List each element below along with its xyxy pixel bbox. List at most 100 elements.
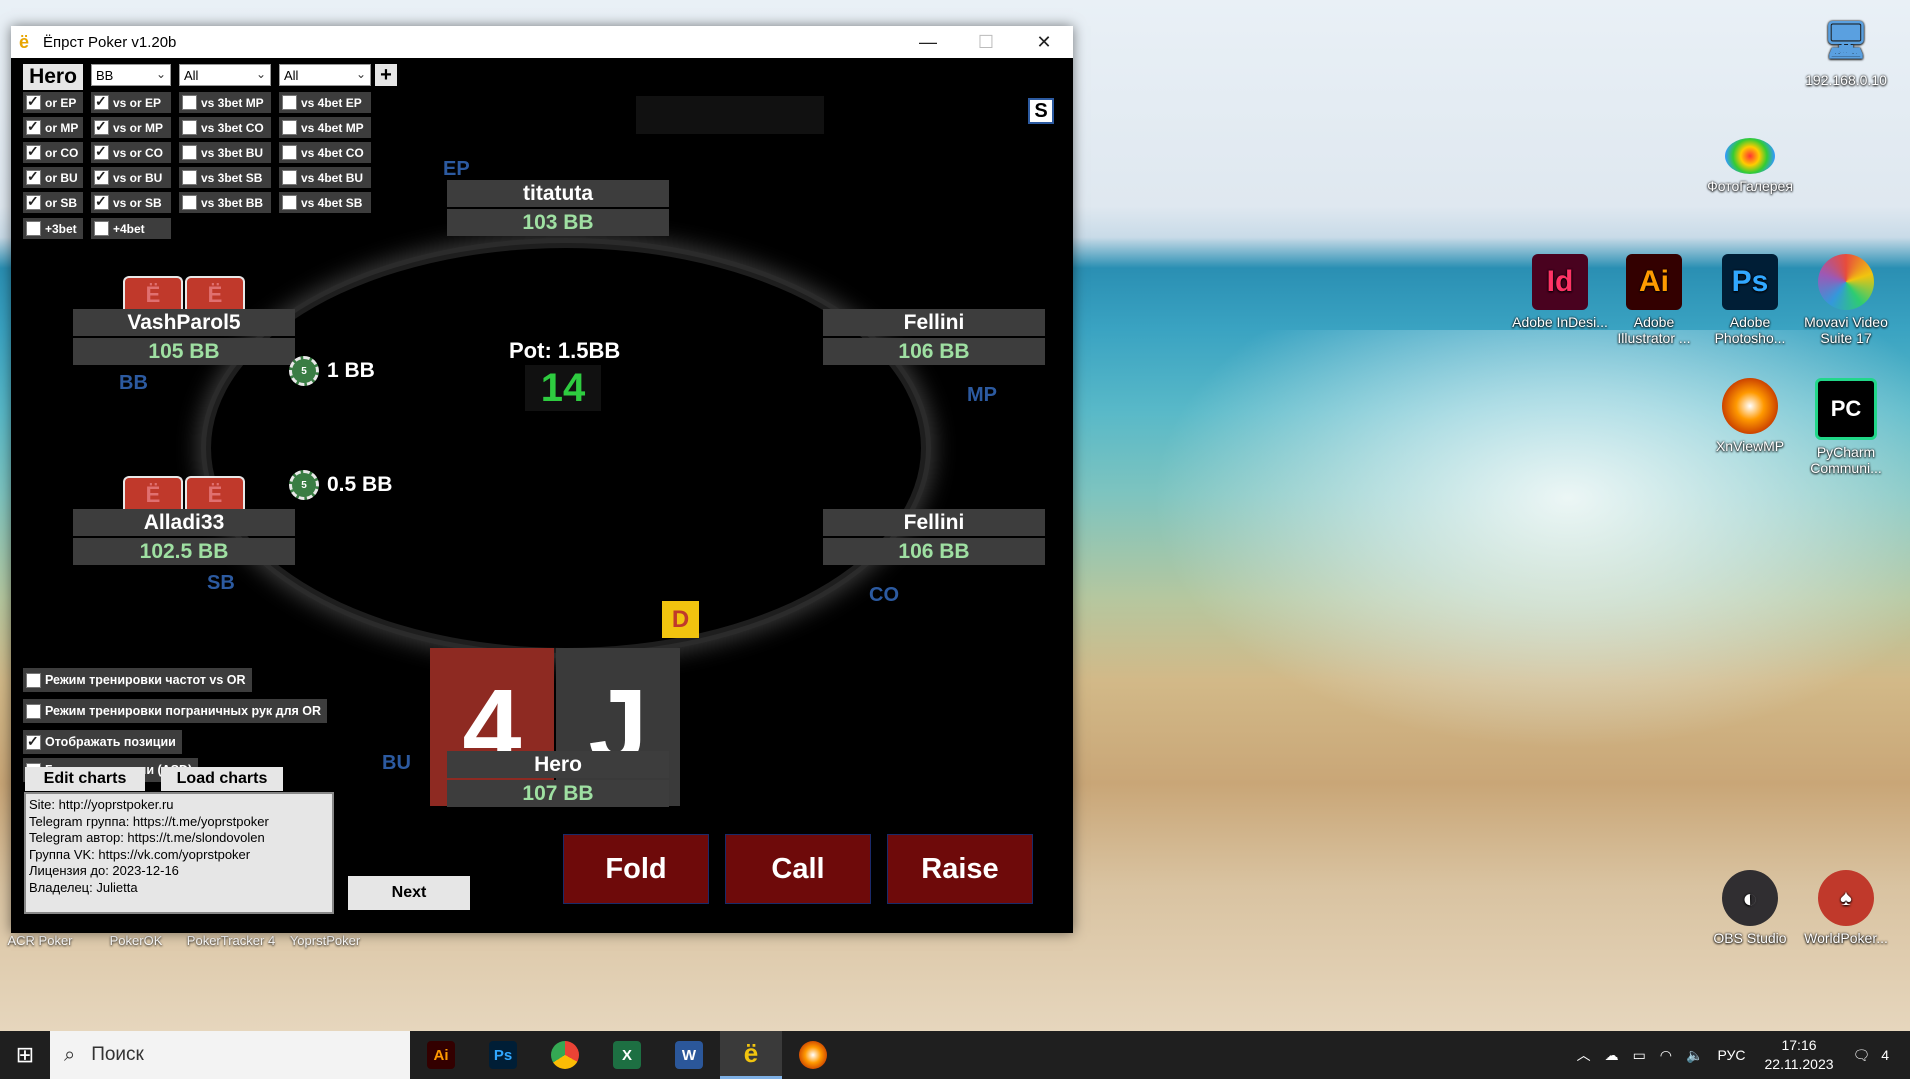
battery-icon[interactable]: ▭ [1633, 1047, 1646, 1064]
taskbar-word[interactable]: W [658, 1031, 720, 1079]
checkbox-box[interactable] [94, 118, 109, 135]
checkbox-label: vs 4bet CO [301, 145, 364, 160]
checkbox-label: vs 4bet BU [301, 170, 364, 185]
filter-checkbox-col2-3[interactable]: vs or BU [91, 167, 171, 188]
next-button[interactable]: Next [348, 876, 470, 910]
title-bar[interactable]: ё Ёпрст Poker v1.20b — ☐ ✕ [11, 26, 1073, 58]
filter-select-1[interactable]: All ⌄ [179, 64, 271, 86]
cloud-icon[interactable]: ☁ [1605, 1047, 1619, 1064]
filter-checkbox-col4-2[interactable]: vs 4bet CO [279, 142, 371, 163]
checkbox-box[interactable] [26, 93, 41, 110]
desktop-icon-network-pc[interactable]: 🖥 192.168.0.10 [1798, 12, 1894, 88]
load-charts-button[interactable]: Load charts [161, 767, 283, 791]
s-button[interactable]: S [1028, 98, 1054, 124]
checkbox-box[interactable] [282, 145, 297, 160]
checkbox-box[interactable] [182, 145, 197, 160]
checkbox-box[interactable] [26, 703, 41, 719]
filter-checkbox-col2-4[interactable]: vs or SB [91, 192, 171, 213]
checkbox-box[interactable] [26, 168, 41, 185]
option-checkbox-0[interactable]: Режим тренировки частот vs OR [23, 668, 252, 692]
checkbox-box[interactable] [26, 143, 41, 160]
filter-checkbox-col1-3[interactable]: or BU [23, 167, 83, 188]
checkbox-box[interactable] [26, 193, 41, 210]
maximize-button[interactable]: ☐ [957, 26, 1015, 58]
taskbar-photoshop[interactable]: Ps [472, 1031, 534, 1079]
filter-checkbox-col3-3[interactable]: vs 3bet SB [179, 167, 271, 188]
checkbox-box[interactable] [182, 95, 197, 110]
desktop-icon-pokertracker[interactable]: PokerTracker 4 [186, 933, 276, 948]
wifi-icon[interactable]: ◠ [1660, 1047, 1672, 1064]
search-box[interactable]: ⌕ Поиск [50, 1031, 410, 1079]
option-checkbox-2[interactable]: Отображать позиции [23, 730, 182, 754]
filter-checkbox-col1-2[interactable]: or CO [23, 142, 83, 163]
filter-checkbox-col4-0[interactable]: vs 4bet EP [279, 92, 371, 113]
volume-icon[interactable]: 🔈 [1686, 1047, 1703, 1064]
add-button[interactable]: + [375, 64, 397, 86]
desktop-icon-illustrator[interactable]: Ai Adobe Illustrator ... [1606, 254, 1702, 346]
notifications-icon[interactable]: 🗨 4 [1853, 1047, 1896, 1064]
taskbar-poker-app[interactable]: ё [720, 1031, 782, 1079]
filter-select-2[interactable]: All ⌄ [279, 64, 371, 86]
checkbox-box[interactable] [26, 118, 41, 135]
chevron-up-icon[interactable]: ︿ [1577, 1045, 1591, 1065]
position-select[interactable]: BB ⌄ [91, 64, 171, 86]
taskbar-illustrator[interactable]: Ai [410, 1031, 472, 1079]
checkbox-box[interactable] [182, 120, 197, 135]
clock[interactable]: 17:16 22.11.2023 [1765, 1036, 1834, 1074]
filter-checkbox-col1-1[interactable]: or MP [23, 117, 83, 138]
filter-checkbox-col1-4[interactable]: or SB [23, 192, 83, 213]
filter-checkbox-extra-0[interactable]: +3bet [23, 218, 83, 239]
info-textbox[interactable]: Site: http://yoprstpoker.ru Telegram груп… [24, 792, 334, 914]
fold-button[interactable]: Fold [563, 834, 709, 904]
desktop-icon-indesign[interactable]: Id Adobe InDesi... [1512, 254, 1608, 330]
desktop-icon-worldpoker[interactable]: ♠ WorldPoker... [1798, 870, 1894, 946]
checkbox-label: vs 4bet EP [301, 95, 362, 110]
checkbox-box[interactable] [26, 733, 41, 750]
checkbox-box[interactable] [182, 170, 197, 185]
filter-checkbox-col3-4[interactable]: vs 3bet BB [179, 192, 271, 213]
close-button[interactable]: ✕ [1015, 26, 1073, 58]
checkbox-box[interactable] [182, 195, 197, 210]
desktop-icon-photoshop[interactable]: Ps Adobe Photosho... [1702, 254, 1798, 346]
checkbox-box[interactable] [94, 93, 109, 110]
desktop-icon-pokerok[interactable]: PokerOK [96, 933, 176, 948]
checkbox-box[interactable] [282, 95, 297, 110]
filter-checkbox-col4-4[interactable]: vs 4bet SB [279, 192, 371, 213]
desktop-icon-acr-poker[interactable]: ACR Poker [0, 933, 80, 948]
checkbox-box[interactable] [94, 168, 109, 185]
checkbox-box[interactable] [282, 120, 297, 135]
checkbox-box[interactable] [26, 672, 41, 688]
desktop-icon-obs[interactable]: ◐ OBS Studio [1702, 870, 1798, 946]
desktop-icon-yoprstpoker[interactable]: YoprstPoker [282, 933, 368, 948]
filter-checkbox-col2-0[interactable]: vs or EP [91, 92, 171, 113]
edit-charts-button[interactable]: Edit charts [25, 767, 145, 791]
checkbox-box[interactable] [282, 170, 297, 185]
filter-checkbox-col2-2[interactable]: vs or CO [91, 142, 171, 163]
filter-checkbox-col3-0[interactable]: vs 3bet MP [179, 92, 271, 113]
filter-checkbox-col4-3[interactable]: vs 4bet BU [279, 167, 371, 188]
filter-checkbox-col3-1[interactable]: vs 3bet CO [179, 117, 271, 138]
checkbox-box[interactable] [94, 221, 109, 236]
option-checkbox-1[interactable]: Режим тренировки пограничных рук для OR [23, 699, 328, 723]
language-indicator[interactable]: РУС [1717, 1047, 1745, 1063]
checkbox-box[interactable] [26, 221, 41, 236]
call-button[interactable]: Call [725, 834, 871, 904]
checkbox-box[interactable] [94, 143, 109, 160]
desktop-icon-photogallery[interactable]: ФотоГалерея [1702, 138, 1798, 194]
filter-checkbox-col2-1[interactable]: vs or MP [91, 117, 171, 138]
taskbar-xnview[interactable] [782, 1031, 844, 1079]
raise-button[interactable]: Raise [887, 834, 1033, 904]
filter-checkbox-col3-2[interactable]: vs 3bet BU [179, 142, 271, 163]
filter-checkbox-extra-1[interactable]: +4bet [91, 218, 171, 239]
desktop-icon-xnview[interactable]: XnViewMP [1702, 378, 1798, 454]
start-button[interactable]: ⊞ [0, 1031, 50, 1079]
filter-checkbox-col1-0[interactable]: or EP [23, 92, 83, 113]
filter-checkbox-col4-1[interactable]: vs 4bet MP [279, 117, 371, 138]
desktop-icon-movavi[interactable]: Movavi Video Suite 17 [1798, 254, 1894, 346]
checkbox-box[interactable] [94, 193, 109, 210]
minimize-button[interactable]: — [899, 26, 957, 58]
desktop-icon-pycharm[interactable]: PC PyCharm Communi... [1798, 378, 1894, 476]
taskbar-chrome[interactable] [534, 1031, 596, 1079]
taskbar-excel[interactable]: X [596, 1031, 658, 1079]
checkbox-box[interactable] [282, 195, 297, 210]
